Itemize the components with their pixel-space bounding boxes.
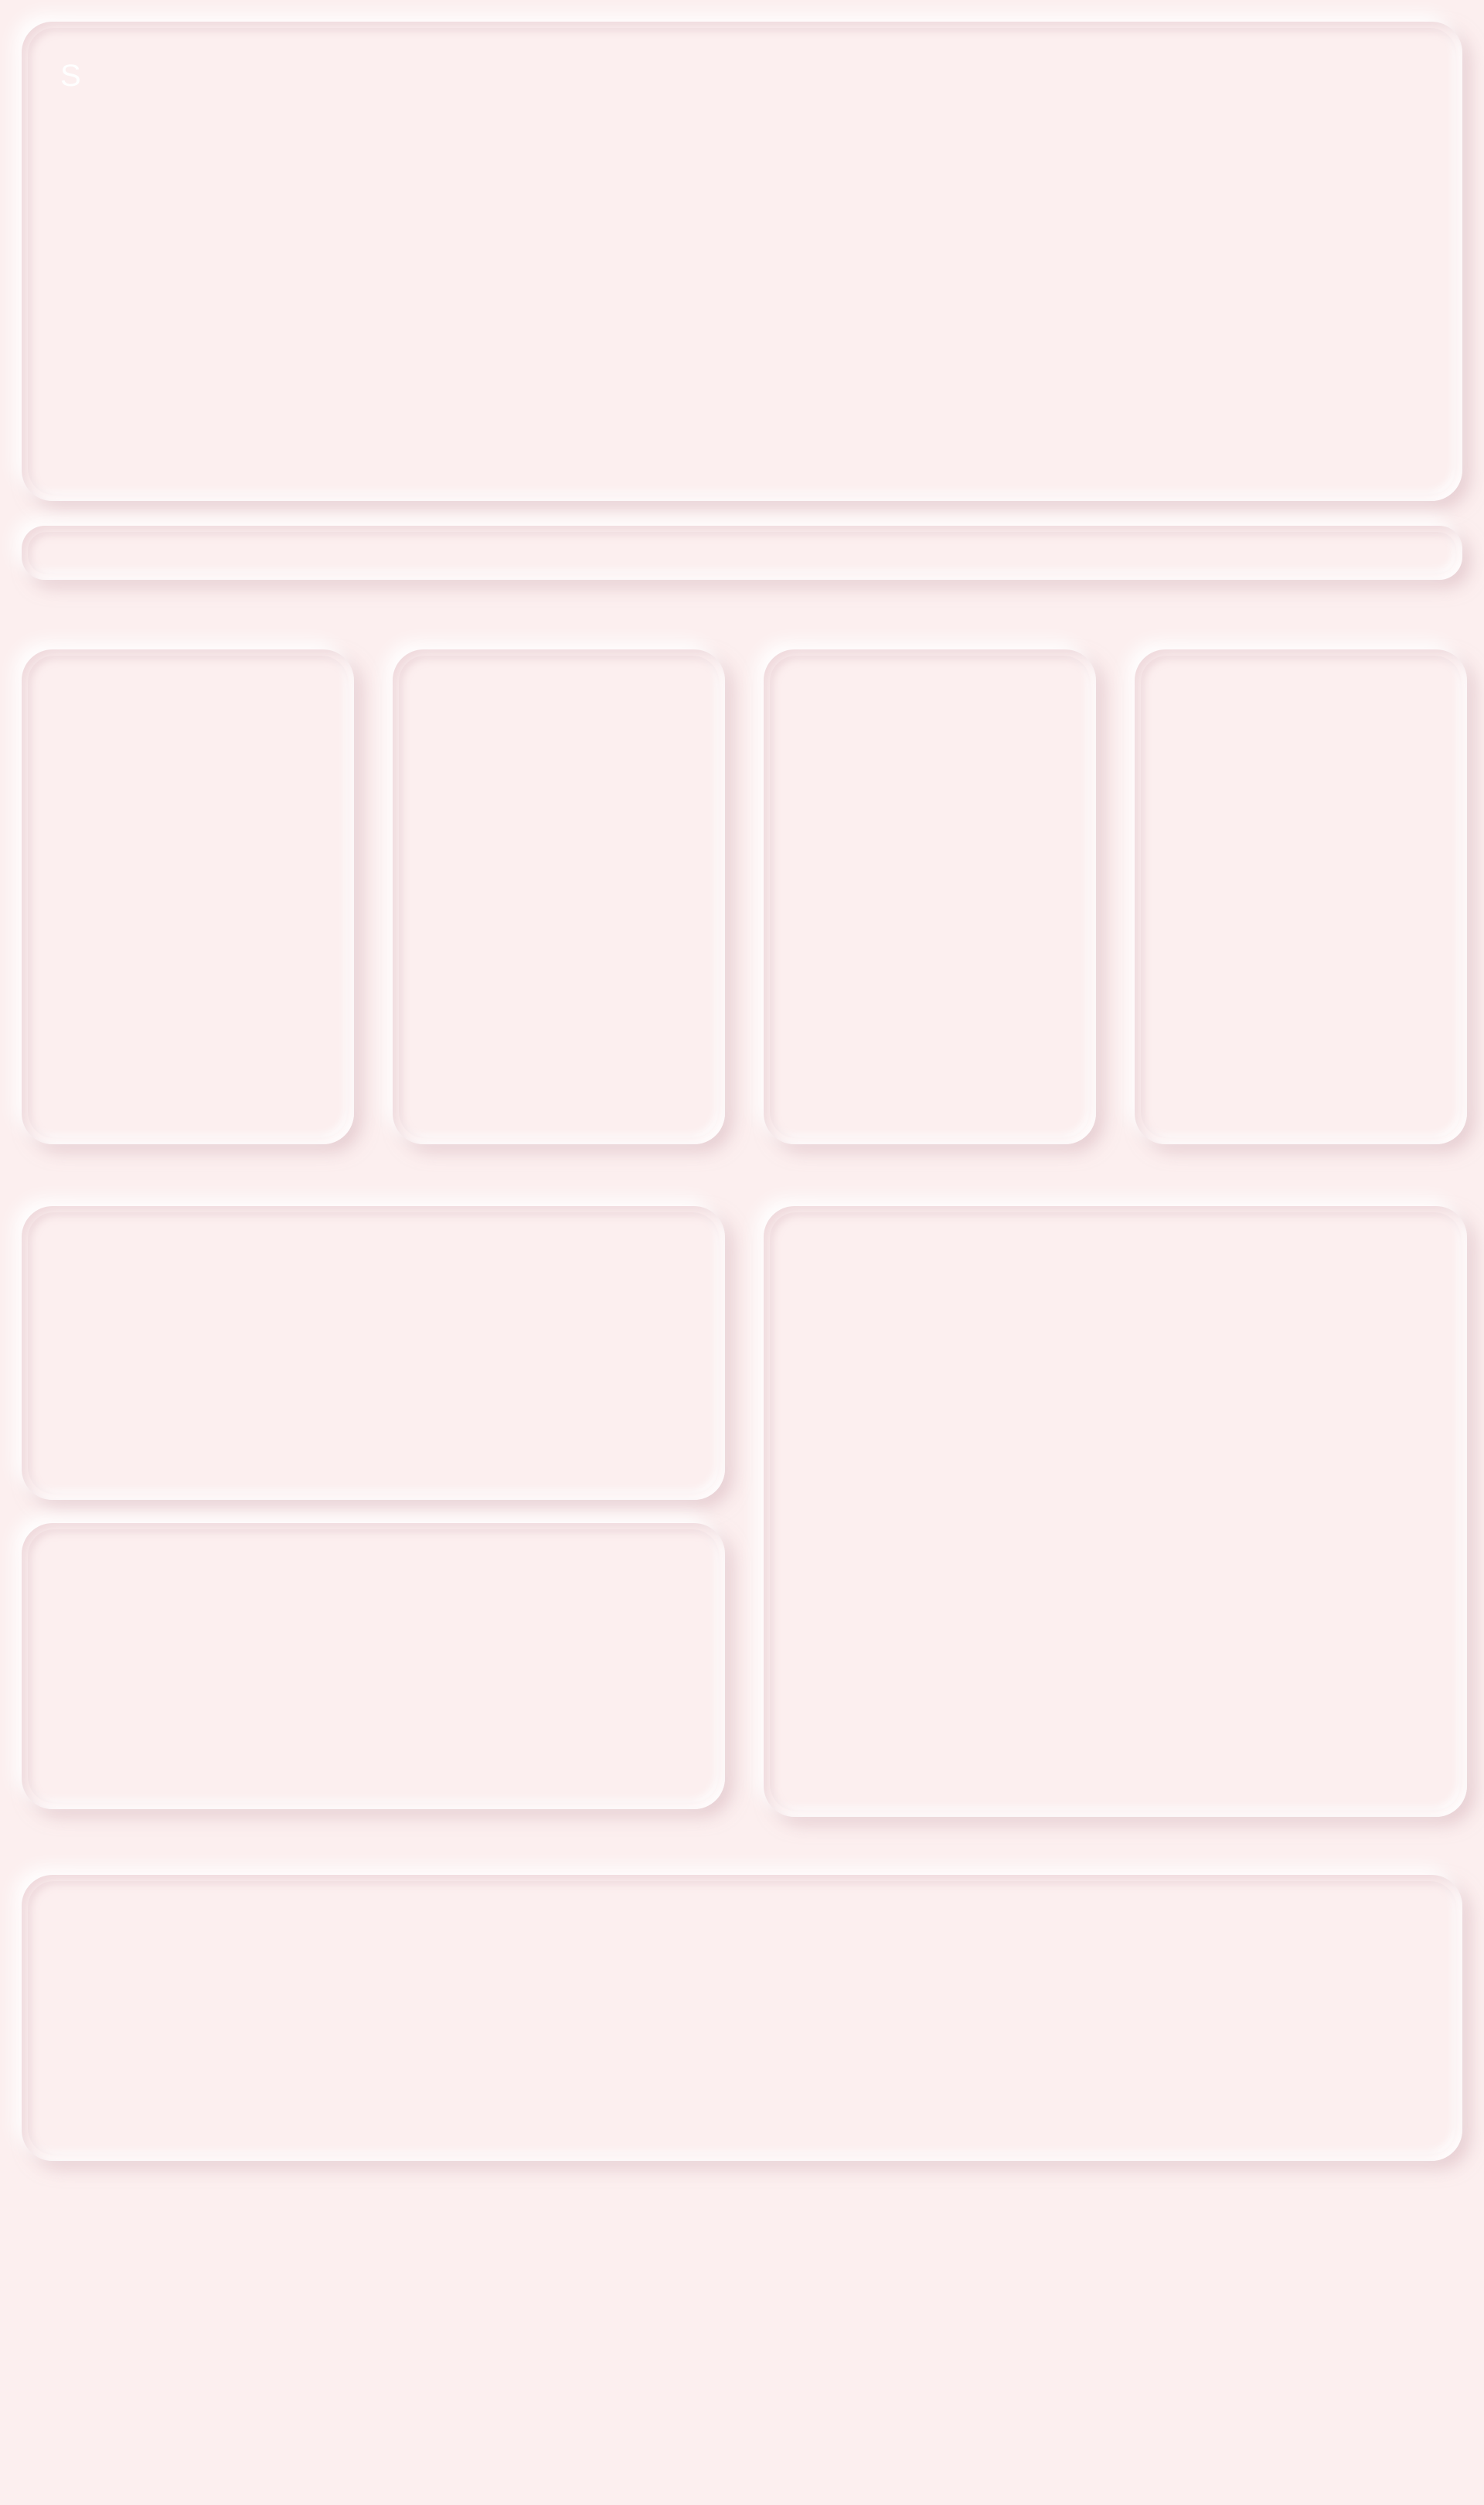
footer-panel <box>22 1875 1462 2161</box>
hero-card-surface <box>28 28 1456 495</box>
stat-card-2-surface <box>399 656 719 1138</box>
stat-card-2 <box>393 649 725 1144</box>
stat-card-4-surface <box>1141 656 1461 1138</box>
left-panel-bottom-surface <box>28 1529 719 1803</box>
left-panel-bottom <box>22 1523 725 1809</box>
search-bar[interactable] <box>22 526 1462 580</box>
left-panel-top-surface <box>28 1212 719 1494</box>
stat-card-3 <box>764 649 1096 1144</box>
search-bar-surface[interactable] <box>28 532 1456 574</box>
stat-card-1-surface <box>28 656 348 1138</box>
hero-card: S <box>22 22 1462 501</box>
left-panel-top <box>22 1206 725 1500</box>
stat-card-1 <box>22 649 354 1144</box>
hero-mark: S <box>60 59 81 93</box>
main-panel <box>764 1206 1467 1817</box>
footer-panel-surface <box>28 1881 1456 2155</box>
stat-card-4 <box>1135 649 1467 1144</box>
main-panel-surface <box>770 1212 1461 1811</box>
stat-card-3-surface <box>770 656 1090 1138</box>
